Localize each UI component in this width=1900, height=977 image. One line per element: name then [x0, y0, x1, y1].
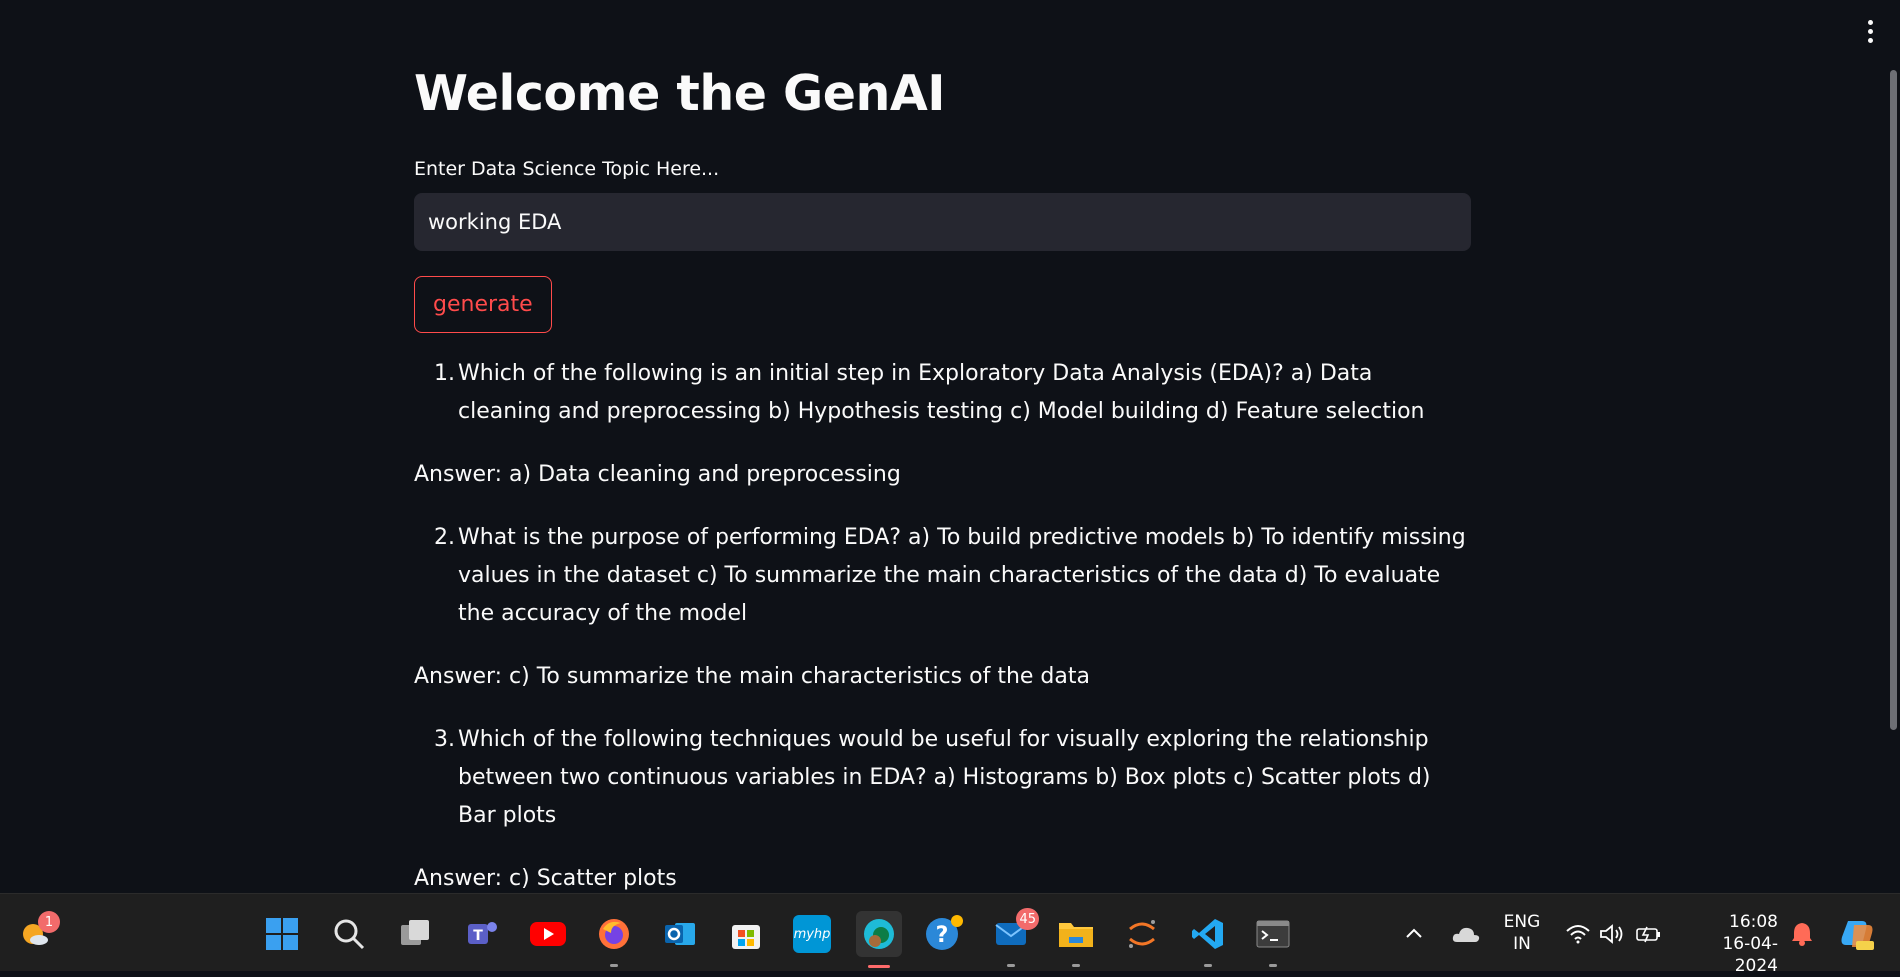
store-icon[interactable]	[727, 915, 765, 953]
myhp-label: myhp	[793, 926, 831, 942]
svg-text:T: T	[473, 928, 483, 944]
edge-icon[interactable]	[856, 911, 902, 968]
volume-icon[interactable]	[1598, 915, 1626, 953]
running-indicator	[610, 964, 618, 967]
answer-text: Answer: c) To summarize the main charact…	[414, 664, 1090, 689]
mail-icon[interactable]: 45	[992, 908, 1039, 967]
page-title: Welcome the GenAI	[414, 65, 945, 122]
topic-input-label: Enter Data Science Topic Here...	[414, 158, 720, 180]
jupyter-icon[interactable]	[1123, 915, 1161, 953]
wifi-icon[interactable]	[1564, 915, 1592, 953]
clock-time: 16:08	[1729, 912, 1778, 932]
myhp-icon[interactable]: myhp	[793, 915, 831, 953]
windows-taskbar: 1 T myhp ? 45 ENG IN 16:08 16-04-2024	[0, 893, 1900, 976]
scrollbar[interactable]	[1890, 70, 1897, 730]
weather-badge: 1	[38, 911, 60, 933]
main-content: Welcome the GenAI Enter Data Science Top…	[414, 58, 1471, 923]
running-indicator	[1204, 964, 1212, 967]
chevron-up-icon[interactable]	[1399, 915, 1429, 953]
weather-icon[interactable]: 1	[16, 911, 60, 953]
running-indicator	[1007, 964, 1015, 967]
copilot-icon[interactable]	[1838, 915, 1876, 953]
main-menu-icon[interactable]	[1864, 20, 1876, 46]
windows-start-icon[interactable]	[263, 915, 301, 953]
active-indicator	[868, 965, 890, 968]
help-icon[interactable]: ?	[925, 915, 963, 953]
vscode-icon[interactable]	[1189, 915, 1227, 967]
question-text: Which of the following is an initial ste…	[458, 361, 1425, 424]
question-text: What is the purpose of performing EDA? a…	[458, 525, 1466, 626]
clock-date: 16-04-2024	[1722, 934, 1778, 976]
running-indicator	[1269, 964, 1277, 967]
question-item: 3. Which of the following techniques wou…	[414, 721, 1471, 835]
language-indicator[interactable]: ENG IN	[1501, 911, 1543, 955]
mail-badge: 45	[1016, 908, 1039, 930]
qa-list: 1. Which of the following is an initial …	[414, 355, 1471, 898]
question-item: 2. What is the purpose of performing EDA…	[414, 519, 1471, 633]
onedrive-icon[interactable]	[1449, 915, 1483, 953]
answer-text: Answer: a) Data cleaning and preprocessi…	[414, 462, 901, 487]
terminal-icon[interactable]	[1254, 915, 1292, 967]
question-text: Which of the following techniques would …	[458, 727, 1431, 828]
youtube-icon[interactable]	[529, 915, 567, 953]
question-item: 1. Which of the following is an initial …	[414, 355, 1471, 431]
question-number: 3.	[434, 727, 455, 752]
outlook-icon[interactable]	[661, 915, 699, 953]
question-number: 1.	[434, 361, 455, 386]
search-icon[interactable]	[330, 915, 368, 953]
question-number: 2.	[434, 525, 455, 550]
battery-icon[interactable]	[1634, 915, 1664, 953]
svg-text:?: ?	[936, 923, 949, 948]
streamlit-app: Welcome the GenAI Enter Data Science Top…	[0, 0, 1900, 893]
file-explorer-icon[interactable]	[1057, 915, 1095, 967]
notification-bell-icon[interactable]	[1787, 915, 1817, 953]
generate-button[interactable]: generate	[414, 276, 552, 333]
clock[interactable]: 16:08 16-04-2024	[1686, 911, 1778, 977]
topic-input[interactable]	[414, 193, 1471, 251]
task-view-icon[interactable]	[397, 915, 435, 953]
running-indicator	[1072, 964, 1080, 967]
language-line1: ENG	[1503, 912, 1541, 932]
firefox-icon[interactable]	[595, 915, 633, 967]
language-line2: IN	[1513, 934, 1531, 954]
teams-icon[interactable]: T	[463, 915, 501, 953]
